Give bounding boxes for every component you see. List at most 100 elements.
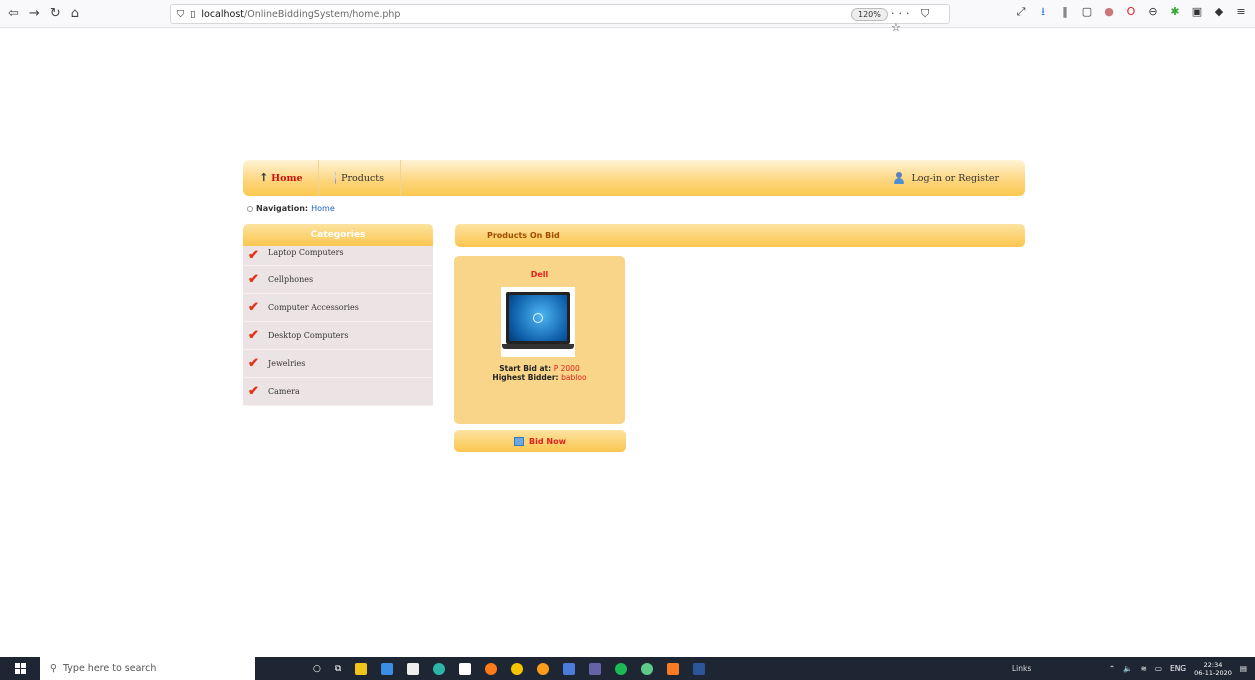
category-label: Laptop Computers xyxy=(268,248,344,257)
store-icon[interactable] xyxy=(407,662,420,675)
category-item-laptop-computers[interactable]: ✔ Laptop Computers xyxy=(243,246,433,266)
wifi-icon[interactable]: ≋ xyxy=(1141,664,1147,673)
edge-icon[interactable] xyxy=(433,662,446,675)
search-placeholder: Type here to search xyxy=(62,663,157,674)
links-toolbar[interactable]: Links xyxy=(1012,664,1031,673)
chevron-up-icon[interactable]: ⌃ xyxy=(1109,664,1115,673)
highest-bidder-value: babloo xyxy=(561,373,587,382)
browser-icon[interactable] xyxy=(537,662,550,675)
mail-icon[interactable] xyxy=(563,662,576,675)
app-icon[interactable] xyxy=(381,662,394,675)
laptop-icon xyxy=(506,292,570,344)
back-arrow-icon[interactable]: ⇦ xyxy=(8,6,19,21)
home-icon[interactable]: ⌂ xyxy=(71,6,79,21)
checkmark-icon: ✔ xyxy=(248,272,259,287)
checkmark-icon: ✔ xyxy=(248,300,259,315)
opera-icon[interactable]: O xyxy=(1125,6,1137,18)
task-view-icon[interactable]: ⧉ xyxy=(335,664,341,674)
word-icon[interactable] xyxy=(693,662,706,675)
bid-now-label: Bid Now xyxy=(529,436,566,446)
checkmark-icon: ✔ xyxy=(248,328,259,343)
category-item-computer-accessories[interactable]: ✔ Computer Accessories xyxy=(243,294,433,322)
menu-icon[interactable]: ≡ xyxy=(1235,6,1247,18)
clock-time: 22:34 xyxy=(1203,660,1223,669)
library-icon[interactable]: ‖ xyxy=(1059,6,1071,18)
top-navigation: ⭡ Home Products Log-in or Register xyxy=(243,160,1025,196)
shield-icon[interactable]: ⛉ xyxy=(177,9,184,20)
teams-icon[interactable] xyxy=(589,662,602,675)
nav-home[interactable]: ⭡ Home xyxy=(243,160,319,196)
file-explorer-icon[interactable] xyxy=(355,662,368,675)
windows-logo-icon xyxy=(14,663,26,674)
product-image[interactable] xyxy=(501,287,575,357)
product-name[interactable]: Dell xyxy=(454,270,625,279)
highest-bidder-label: Highest Bidder: xyxy=(492,373,559,382)
user-icon xyxy=(893,172,906,184)
bullet-icon xyxy=(247,205,253,212)
taskbar-apps: ○ ⧉ xyxy=(313,662,706,675)
url-host: localhost xyxy=(201,8,245,20)
category-label: Jewelries xyxy=(268,359,306,368)
url-path: /OnlineBiddingSystem/home.php xyxy=(244,8,401,20)
product-info: Start Bid at: P 2000 Highest Bidder: bab… xyxy=(454,364,625,382)
extension-icon[interactable]: ● xyxy=(1103,6,1115,18)
fullscreen-icon[interactable]: ⤢ xyxy=(1015,6,1027,18)
bid-now-button[interactable]: Bid Now xyxy=(454,430,626,452)
account-icon[interactable]: ⊖ xyxy=(1147,6,1159,18)
start-button[interactable] xyxy=(0,663,40,674)
spotify-icon[interactable] xyxy=(615,662,628,675)
system-tray: ⌃ 🔈 ≋ ▭ ENG 22:34 06-11-2020 ▤ xyxy=(1109,657,1247,680)
nav-login[interactable]: Log-in or Register xyxy=(893,172,1025,184)
fox-icon[interactable]: ◆ xyxy=(1213,6,1225,18)
zoom-badge[interactable]: 120% xyxy=(851,8,888,21)
reload-icon[interactable]: ↻ xyxy=(50,6,61,21)
category-item-jewelries[interactable]: ✔ Jewelries xyxy=(243,350,433,378)
language-indicator[interactable]: ENG xyxy=(1170,664,1186,673)
breadcrumb-label: Navigation: xyxy=(256,204,309,213)
battery-icon[interactable]: ▭ xyxy=(1155,664,1162,673)
puzzle-icon[interactable]: ✱ xyxy=(1169,6,1181,18)
category-item-camera[interactable]: ✔ Camera xyxy=(243,378,433,406)
volume-icon[interactable]: 🔈 xyxy=(1123,664,1132,673)
clock[interactable]: 22:34 06-11-2020 xyxy=(1194,661,1232,677)
windows-taskbar: ⚲ Type here to search ○ ⧉ Links ⌃ 🔈 ≋ ▭ … xyxy=(0,657,1255,680)
reader-icon[interactable]: ▢ xyxy=(1081,6,1093,18)
checkmark-icon: ✔ xyxy=(248,384,259,399)
disc-icon xyxy=(335,172,337,184)
notification-icon[interactable]: ▤ xyxy=(1240,664,1247,673)
products-on-bid-header: Products On Bid xyxy=(455,224,1025,247)
forward-arrow-icon[interactable]: → xyxy=(29,6,40,21)
amazon-icon[interactable] xyxy=(459,662,472,675)
xampp-icon[interactable] xyxy=(667,662,680,675)
categories-header: Categories xyxy=(243,224,433,246)
main-content: Products On Bid Dell Start Bid at: P 200… xyxy=(454,224,1025,452)
category-item-desktop-computers[interactable]: ✔ Desktop Computers xyxy=(243,322,433,350)
bid-icon xyxy=(514,436,525,446)
category-label: Computer Accessories xyxy=(268,303,359,312)
categories-list: ✔ Laptop Computers ✔ Cellphones ✔ Comput… xyxy=(243,246,433,406)
box-icon[interactable]: ▣ xyxy=(1191,6,1203,18)
globe-icon[interactable] xyxy=(641,662,654,675)
cortana-icon[interactable]: ○ xyxy=(313,664,321,674)
category-label: Camera xyxy=(268,387,300,396)
url-bar[interactable]: ⛉ ▯ localhost/OnlineBiddingSystem/home.p… xyxy=(170,4,950,34)
download-icon[interactable]: ⭳ xyxy=(1037,6,1049,18)
browser-toolbar: ⇦ → ↻ ⌂ ⛉ ▯ localhost/OnlineBiddingSyste… xyxy=(0,0,1255,34)
nav-home-label: Home xyxy=(271,172,303,184)
breadcrumb-home-link[interactable]: Home xyxy=(311,204,335,213)
category-label: Cellphones xyxy=(268,275,314,284)
taskbar-search[interactable]: ⚲ Type here to search xyxy=(40,657,255,680)
chrome-icon[interactable] xyxy=(511,662,524,675)
firefox-icon[interactable] xyxy=(485,662,498,675)
category-item-cellphones[interactable]: ✔ Cellphones xyxy=(243,266,433,294)
nav-products[interactable]: Products xyxy=(319,160,401,196)
checkmark-icon: ✔ xyxy=(248,356,259,371)
nav-login-label: Log-in or Register xyxy=(911,172,999,184)
clock-date: 06-11-2020 xyxy=(1194,668,1232,677)
browser-nav-buttons: ⇦ → ↻ ⌂ xyxy=(8,6,168,21)
start-bid-label: Start Bid at: xyxy=(499,364,552,373)
categories-sidebar: Categories ✔ Laptop Computers ✔ Cellphon… xyxy=(243,224,433,406)
category-label: Desktop Computers xyxy=(268,331,349,340)
page-actions-icon[interactable]: ··· ⛉ ☆ xyxy=(891,7,949,34)
breadcrumb: Navigation: Home xyxy=(247,204,335,213)
